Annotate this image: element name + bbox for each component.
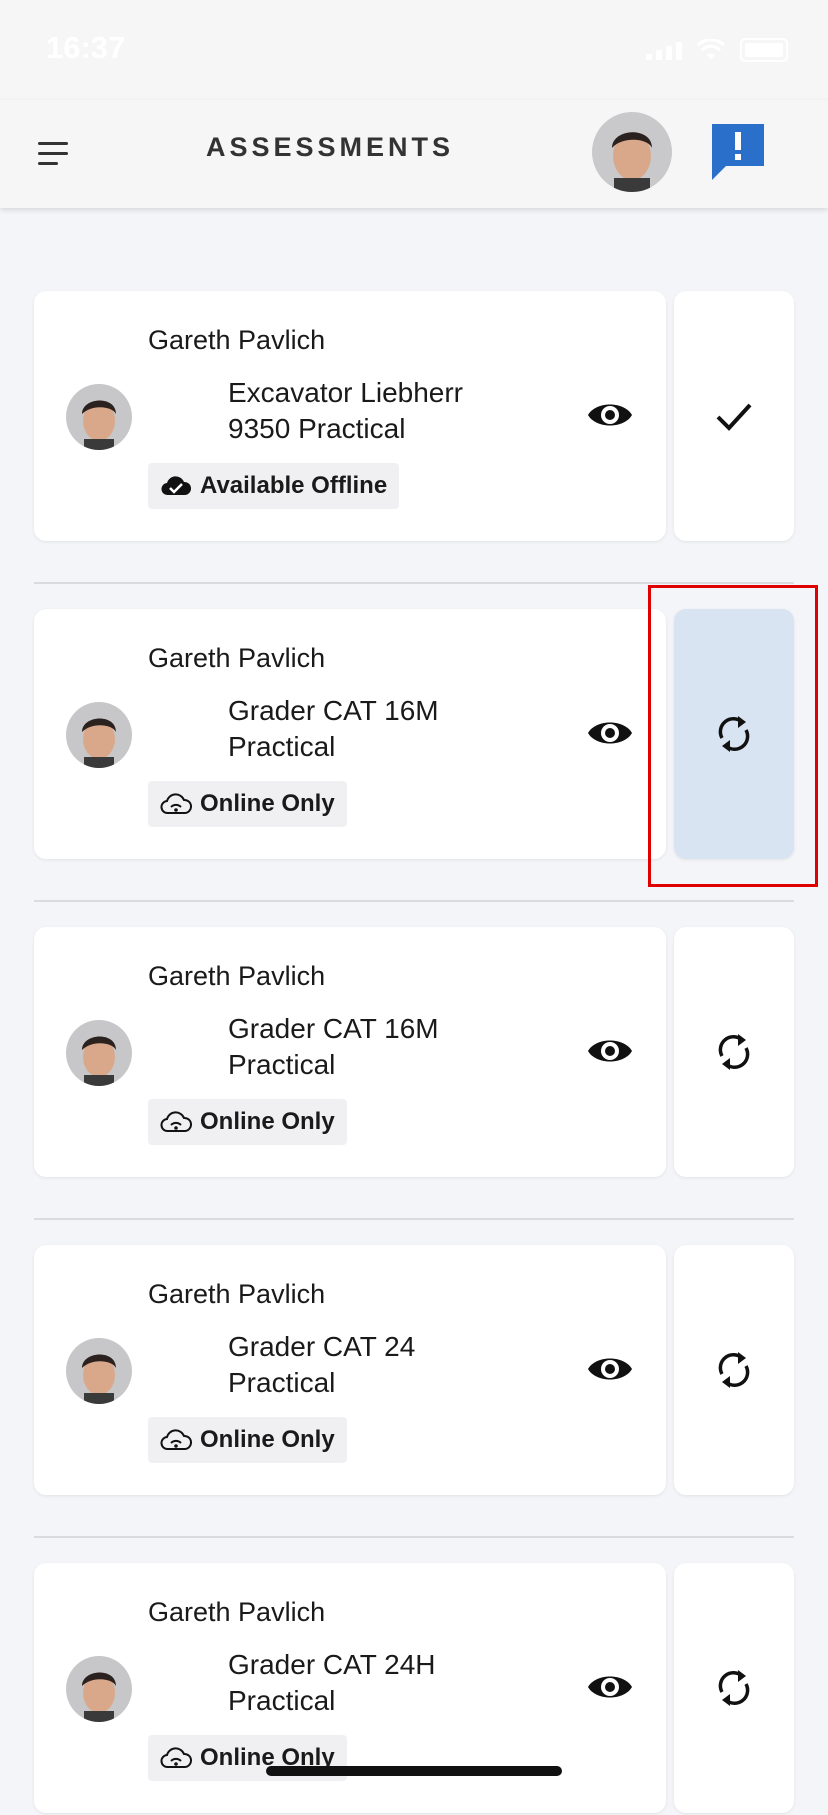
sync-icon [718,716,750,752]
assessment-title: Grader CAT 24H Practical [228,1649,436,1716]
person-avatar [66,1656,132,1722]
assessment-row: Gareth Pavlich Grader CAT 16M Practical … [34,927,794,1179]
assessment-card[interactable]: Gareth Pavlich Excavator Liebherr 9350 P… [34,291,666,541]
alert-message-icon [712,124,764,180]
person-avatar [66,1020,132,1086]
availability-label: Online Only [200,1108,335,1135]
availability-label: Online Only [200,1426,335,1453]
user-avatar[interactable] [592,112,672,192]
eye-icon[interactable] [586,1031,634,1071]
sync-button[interactable] [674,927,794,1177]
sync-icon [718,1670,750,1706]
divider [34,900,794,902]
person-name: Gareth Pavlich [148,1279,326,1309]
eye-icon[interactable] [586,1349,634,1389]
cellular-signal-icon [646,40,682,60]
availability-badge: Online Only [148,1417,347,1463]
person-name: Gareth Pavlich [148,961,326,991]
battery-icon [740,38,788,62]
cloud-wifi-icon [160,1111,192,1132]
status-icons [646,38,788,62]
app-header: ASSESSMENTS [0,100,828,208]
wifi-icon [696,39,726,59]
availability-label: Online Only [200,790,335,817]
cloud-wifi-icon [160,1429,192,1450]
person-name: Gareth Pavlich [148,325,326,355]
cloud-wifi-icon [160,1747,192,1768]
eye-icon[interactable] [586,1667,634,1707]
assessment-title: Grader CAT 24 Practical [228,1331,416,1398]
status-time: 16:37 [46,30,126,65]
person-name: Gareth Pavlich [148,643,326,673]
availability-badge: Online Only [148,781,347,827]
divider [34,1536,794,1538]
eye-icon[interactable] [586,395,634,435]
assessment-title: Grader CAT 16M Practical [228,1013,439,1080]
person-avatar [66,702,132,768]
sync-icon [718,1352,750,1388]
assessment-row: Gareth Pavlich Grader CAT 24 Practical O… [34,1245,794,1497]
availability-badge: Available Offline [148,463,400,509]
status-bar: 16:37 [0,0,828,100]
sync-button[interactable] [674,1245,794,1495]
availability-badge: Online Only [148,1099,347,1145]
person-name: Gareth Pavlich [148,1597,326,1627]
assessment-row: Gareth Pavlich Grader CAT 24H Practical … [34,1563,794,1815]
sync-icon [718,1034,750,1070]
availability-label: Available Offline [200,472,388,499]
divider [34,582,794,584]
feedback-alert-button[interactable] [708,120,768,182]
sync-button[interactable] [674,1563,794,1813]
check-icon [716,403,752,431]
cloud-check-icon [161,476,192,496]
divider [34,1218,794,1220]
assessment-card[interactable]: Gareth Pavlich Grader CAT 16M Practical … [34,927,666,1177]
assessment-row: Gareth Pavlich Excavator Liebherr 9350 P… [34,291,794,543]
assessment-list: Gareth Pavlich Excavator Liebherr 9350 P… [0,208,828,1813]
cloud-wifi-icon [160,793,192,814]
person-avatar [66,1338,132,1404]
action-button[interactable] [674,291,794,541]
assessment-title: Grader CAT 16M Practical [228,695,439,762]
sync-button[interactable] [674,609,794,859]
assessment-title: Excavator Liebherr 9350 Practical [228,377,464,444]
assessment-card[interactable]: Gareth Pavlich Grader CAT 24 Practical O… [34,1245,666,1495]
assessment-row: Gareth Pavlich Grader CAT 16M Practical … [34,585,818,887]
assessment-card[interactable]: Gareth Pavlich Grader CAT 16M Practical … [34,609,666,859]
page-title: ASSESSMENTS [205,132,455,162]
person-avatar [66,384,132,450]
home-indicator [266,1766,562,1776]
eye-icon[interactable] [586,713,634,753]
